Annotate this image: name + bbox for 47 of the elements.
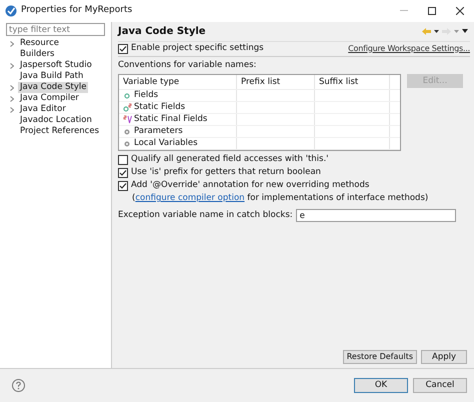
column-header: Prefix list: [237, 75, 315, 89]
checkbox[interactable]: [118, 154, 128, 164]
ok-button[interactable]: OK: [354, 378, 408, 393]
window-title: Properties for MyReports: [21, 4, 132, 18]
page-title: Java Code Style: [118, 24, 206, 38]
note-text: (configure compiler option for implementations of interface methods): [131, 193, 430, 204]
compiler-option-link[interactable]: configure compiler option: [135, 193, 245, 203]
column-header: Variable type: [119, 75, 237, 89]
maximize-icon[interactable]: [428, 7, 436, 15]
close-icon[interactable]: [456, 7, 464, 15]
help-icon[interactable]: [12, 379, 25, 392]
checkbox-label: Add '@Override' annotation for new overriding methods: [131, 179, 370, 192]
section-label: Conventions for variable names:: [118, 60, 258, 71]
tree-item[interactable]: Java Editor: [18, 104, 68, 116]
field-label: Exception variable name in catch blocks:: [118, 209, 293, 222]
tree-item[interactable]: Builders: [18, 49, 56, 60]
checkbox-label: Qualify all generated field accesses with 'this.': [131, 153, 328, 166]
checkbox[interactable]: [118, 168, 128, 178]
tree-item[interactable]: Java Build Path: [18, 71, 86, 82]
column-header: Suffix list: [315, 75, 390, 89]
checkbox-label: Enable project specific settings: [131, 42, 264, 55]
tree-item[interactable]: Project References: [18, 126, 102, 138]
variable-icon: [123, 103, 132, 112]
variable-icon: [123, 115, 132, 124]
restore-defaults-button[interactable]: Restore Defaults: [342, 350, 417, 364]
tree-item[interactable]: Javadoc Location: [18, 115, 94, 126]
table-cell: Static Final Fields: [134, 113, 208, 126]
variable-icon: [123, 91, 132, 100]
filter-field[interactable]: type filter text: [6, 23, 105, 36]
apply-button[interactable]: Apply: [421, 350, 467, 364]
checkbox[interactable]: [118, 180, 128, 190]
checkbox-label: Use 'is' prefix for getters that return boolean: [131, 166, 321, 179]
configure-workspace-link[interactable]: Configure Workspace Settings...: [348, 42, 470, 54]
table-cell: Static Fields: [134, 101, 186, 114]
table-cell: Local Variables: [134, 137, 198, 150]
tree-item[interactable]: Jaspersoft Studio: [18, 60, 94, 72]
app-icon: [5, 5, 17, 17]
tree-item[interactable]: Java Code Style: [18, 82, 88, 94]
exception-name-field[interactable]: e: [296, 209, 456, 222]
caret-icon[interactable]: [434, 30, 439, 32]
checkbox[interactable]: [118, 44, 128, 54]
tree-item[interactable]: Resource: [18, 38, 61, 50]
cancel-button[interactable]: Cancel: [413, 378, 467, 393]
table-cell: Parameters: [134, 125, 183, 138]
menu-caret-icon[interactable]: [462, 29, 468, 33]
tree-item[interactable]: Java Compiler: [18, 93, 81, 104]
table-cell: Fields: [134, 89, 158, 102]
